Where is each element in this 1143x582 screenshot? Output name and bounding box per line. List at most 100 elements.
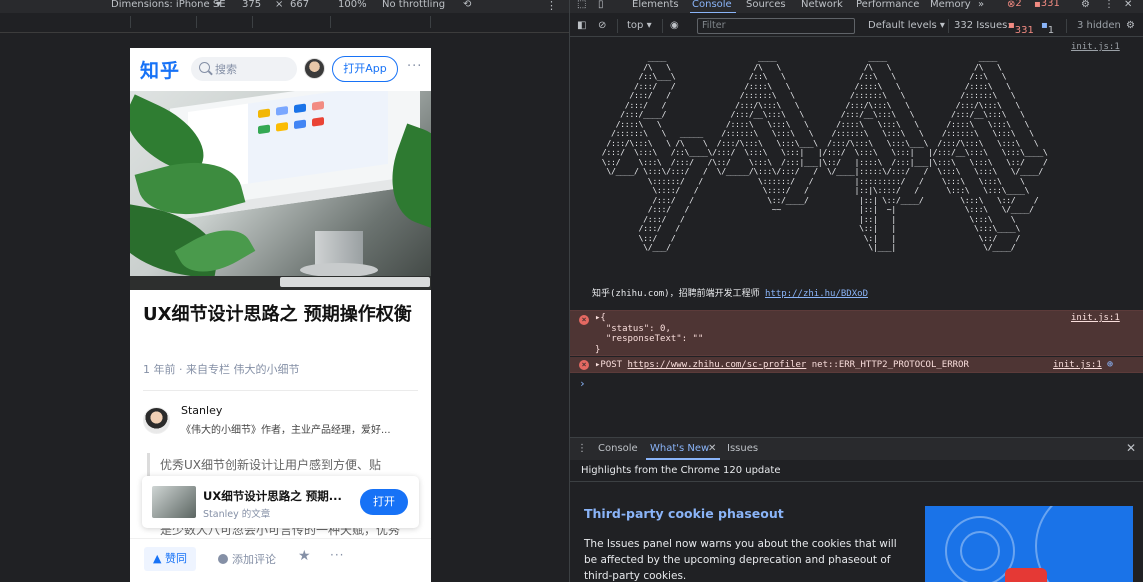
card-open-button[interactable]: 打开 xyxy=(360,489,408,515)
devtools-tab-bar: ⬚ ▯ Elements Console Sources Network Per… xyxy=(570,0,1143,13)
article-quote: 优秀UX细节创新设计让用户感到方便、贴 xyxy=(147,453,419,477)
whats-new-video-thumbnail[interactable] xyxy=(925,506,1133,582)
youtube-play-icon xyxy=(1005,568,1047,582)
throttle-select[interactable]: No throttling xyxy=(382,0,445,10)
search-placeholder: 搜索 xyxy=(215,63,237,76)
tab-elements[interactable]: Elements xyxy=(632,0,679,10)
issues-info-count: 1 xyxy=(1047,25,1055,36)
device-more-icon[interactable]: ⋮ xyxy=(546,0,557,12)
inspect-element-icon[interactable]: ⬚ xyxy=(577,0,586,10)
add-comment-button[interactable]: 添加评论 xyxy=(218,551,276,567)
screen: Dimensions: iPhone SE ▾ 375 × 667 100% N… xyxy=(0,0,1143,582)
device-emulation-panel: Dimensions: iPhone SE ▾ 375 × 667 100% N… xyxy=(0,0,569,582)
log-text: 知乎(zhihu.com)，招聘前端开发工程师 xyxy=(592,289,766,299)
monitor-base xyxy=(300,263,378,277)
context-select[interactable]: top ▾ xyxy=(627,20,652,31)
issues-label[interactable]: 332 Issues: xyxy=(954,20,1011,31)
article-meta[interactable]: 1 年前 · 来自专栏 伟大的小细节 xyxy=(143,361,299,377)
divider xyxy=(143,390,418,391)
drawer-tab-issues[interactable]: Issues xyxy=(727,443,758,454)
article-title: UX细节设计思路之 预期操作权衡 xyxy=(143,304,412,325)
more-actions-icon[interactable]: ··· xyxy=(330,548,344,562)
console-settings-gear-icon[interactable]: ⚙ xyxy=(1126,20,1135,31)
error-url-link[interactable]: https://www.zhihu.com/sc-profiler xyxy=(628,360,807,370)
separator xyxy=(1066,19,1067,33)
error-count-badge[interactable]: ⊗ 2 xyxy=(1007,0,1022,10)
author-name[interactable]: Stanley xyxy=(181,404,222,417)
active-tab-underline xyxy=(690,12,736,13)
console-network-error[interactable]: × ▸POST https://www.zhihu.com/sc-profile… xyxy=(570,357,1143,373)
clear-console-icon[interactable]: ⊘ xyxy=(598,20,606,31)
open-app-button[interactable]: 打开App xyxy=(332,56,398,82)
drawer-tab-whats-new[interactable]: What's New xyxy=(650,443,709,454)
console-prompt[interactable]: › xyxy=(579,377,586,390)
drawer-tab-bar: ⋮ Console What's New ✕ Issues ✕ xyxy=(570,438,1143,460)
ruler-tick xyxy=(430,16,431,28)
devtools-drawer: ⋮ Console What's New ✕ Issues ✕ Highligh… xyxy=(570,437,1143,582)
zhihu-header: 知乎 搜索 打开App ··· xyxy=(130,48,431,91)
upvote-button[interactable]: ▲ 赞同 xyxy=(144,547,196,571)
zoom-select[interactable]: 100% xyxy=(338,0,367,10)
error-icon: × xyxy=(579,315,589,325)
error-object-text[interactable]: ▸{ "status": 0, "responseText": "" } xyxy=(595,313,703,355)
article-action-bar: ▲ 赞同 添加评论 ★ ··· xyxy=(130,538,431,582)
log-levels-select[interactable]: Default levels ▾ xyxy=(868,20,945,31)
error-method: ▸POST xyxy=(595,360,628,370)
error-source-link[interactable]: init.js:1 xyxy=(1071,313,1120,323)
console-output: init.js:1 ____ ____ ____ ____ /\ \ /\ \ … xyxy=(570,38,1143,436)
tab-sources[interactable]: Sources xyxy=(746,0,786,10)
sidebar-toggle-icon[interactable]: ◧ xyxy=(577,20,586,31)
console-filter-input[interactable]: Filter xyxy=(697,18,855,34)
device-toggle-icon[interactable]: ▯ xyxy=(598,0,604,10)
issues-error-count: 331 xyxy=(1014,25,1034,36)
author-bio: 《伟大的小细节》作者，主业产品经理，爱好... xyxy=(181,425,391,436)
dimensions-select[interactable]: Dimensions: iPhone SE xyxy=(111,0,226,10)
tab-console[interactable]: Console xyxy=(692,0,732,10)
width-input[interactable]: 375 xyxy=(242,0,261,10)
devtools-panel: ⬚ ▯ Elements Console Sources Network Per… xyxy=(569,0,1143,582)
drawer-menu-icon[interactable]: ⋮ xyxy=(577,443,587,454)
error-count: 2 xyxy=(1015,0,1022,9)
warning-count-badge[interactable]: ▪ 331 xyxy=(1034,0,1060,10)
error-icon: × xyxy=(579,360,589,370)
tab-network[interactable]: Network xyxy=(801,0,843,10)
close-tab-icon[interactable]: ✕ xyxy=(708,443,716,454)
ruler-tick xyxy=(252,16,253,28)
highlights-text: Highlights from the Chrome 120 update xyxy=(581,465,781,476)
separator xyxy=(617,19,618,33)
close-devtools-icon[interactable]: ✕ xyxy=(1124,0,1132,10)
settings-gear-icon[interactable]: ⚙ xyxy=(1081,0,1090,10)
whats-new-body: The Issues panel now warns you about the… xyxy=(584,538,897,582)
open-in-app-card[interactable]: UX细节设计思路之 预期... Stanley 的文章 打开 xyxy=(142,476,419,528)
issues-error-badge[interactable]: ▪ 331 xyxy=(1008,20,1034,36)
search-input[interactable]: 搜索 xyxy=(191,57,297,81)
live-expression-eye-icon[interactable]: ◉ xyxy=(670,20,679,31)
more-icon[interactable]: ··· xyxy=(407,59,422,74)
close-drawer-icon[interactable]: ✕ xyxy=(1126,441,1136,455)
network-panel-icon[interactable]: ⊕ xyxy=(1107,359,1113,370)
log-link[interactable]: http://zhi.hu/BDXoD xyxy=(765,289,868,299)
zhihu-logo[interactable]: 知乎 xyxy=(140,56,180,83)
devtools-menu-icon[interactable]: ⋮ xyxy=(1104,0,1114,10)
tab-performance[interactable]: Performance xyxy=(856,0,919,10)
more-tabs-icon[interactable]: » xyxy=(978,0,984,10)
dropdown-arrow-icon[interactable]: ▾ xyxy=(216,0,221,10)
error2-source-link[interactable]: init.js:1 xyxy=(1053,360,1102,370)
console-log-message: 知乎(zhihu.com)，招聘前端开发工程师 http://zhi.hu/BD… xyxy=(592,286,868,299)
source-link[interactable]: init.js:1 xyxy=(1071,42,1120,52)
user-avatar[interactable] xyxy=(304,58,325,79)
height-input[interactable]: 667 xyxy=(290,0,309,10)
tab-memory[interactable]: Memory xyxy=(930,0,971,10)
card-subtitle: Stanley 的文章 xyxy=(203,509,271,520)
whats-new-content: Third-party cookie phaseout The Issues p… xyxy=(570,483,1143,582)
issues-info-badge[interactable]: ▪ 1 xyxy=(1041,20,1054,36)
network-error-text: ▸POST https://www.zhihu.com/sc-profiler … xyxy=(595,360,969,370)
whats-new-title[interactable]: Third-party cookie phaseout xyxy=(584,506,784,521)
drawer-tab-console[interactable]: Console xyxy=(598,443,638,454)
favorite-star-icon[interactable]: ★ xyxy=(298,548,311,564)
console-error-object[interactable]: × ▸{ "status": 0, "responseText": "" } i… xyxy=(570,310,1143,356)
author-avatar[interactable] xyxy=(143,407,170,434)
filter-placeholder: Filter xyxy=(702,20,726,31)
separator xyxy=(948,19,949,33)
rotate-icon[interactable]: ⟲ xyxy=(463,0,471,10)
